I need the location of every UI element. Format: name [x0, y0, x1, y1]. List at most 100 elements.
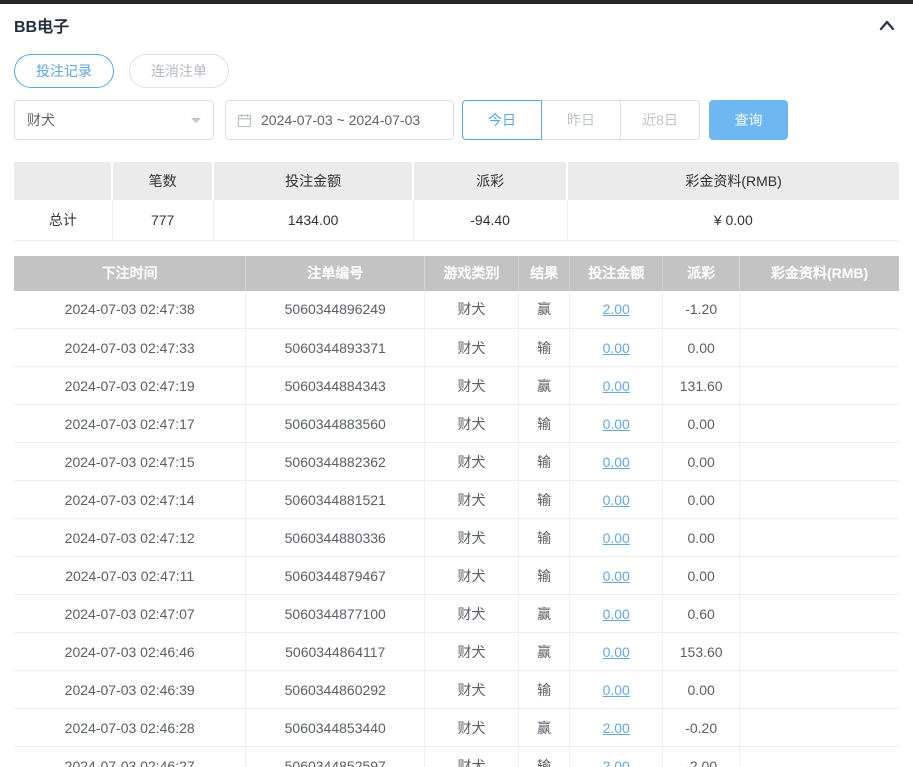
bet-amount-link[interactable]: 0.00 [603, 492, 630, 508]
bonus-cell [739, 746, 899, 767]
game-type-cell: 财犬 [424, 290, 519, 329]
bonus-cell [739, 480, 899, 519]
range-yesterday-button[interactable]: 昨日 [541, 100, 621, 140]
bet-time-cell: 2024-07-03 02:46:28 [14, 708, 247, 747]
bet-amount-link[interactable]: 0.00 [603, 682, 630, 698]
bet-amount-link[interactable]: 0.00 [603, 568, 630, 584]
bet-amount-cell: 0.00 [569, 594, 664, 633]
order-no-cell: 5060344896249 [245, 290, 426, 329]
order-no-cell: 5060344853440 [245, 708, 426, 747]
result-cell: 输 [518, 404, 571, 443]
bet-time-cell: 2024-07-03 02:47:14 [14, 480, 247, 519]
bet-amount-link[interactable]: 0.00 [603, 606, 630, 622]
date-range-value: 2024-07-03 ~ 2024-07-03 [261, 112, 421, 128]
tab-cancelled-orders[interactable]: 连消注单 [129, 54, 229, 88]
bet-amount-link[interactable]: 2.00 [603, 301, 630, 317]
summary-total-payout: -94.40 [413, 200, 568, 241]
payout-cell: 153.60 [662, 632, 741, 671]
bonus-cell [739, 708, 899, 747]
bet-amount-link[interactable]: 0.00 [603, 644, 630, 660]
order-no-cell: 5060344880336 [245, 518, 426, 557]
order-no-cell: 5060344882362 [245, 442, 426, 481]
filter-bar: 财犬 2024-07-03 ~ 2024-07-03 今日 昨日 近8日 查询 [14, 100, 899, 140]
game-select-value: 财犬 [27, 112, 55, 128]
game-type-cell: 财犬 [424, 746, 519, 767]
bet-time-cell: 2024-07-03 02:47:38 [14, 290, 247, 329]
summary-header-blank [14, 162, 114, 200]
header-bonus: 彩金资料(RMB) [739, 255, 899, 291]
payout-cell: 0.00 [662, 480, 741, 519]
range-last8days-button[interactable]: 近8日 [620, 100, 700, 140]
table-row: 2024-07-03 02:47:17 5060344883560 财犬输 0.00 0… [14, 404, 899, 443]
table-row: 2024-07-03 02:46:46 5060344864117 财犬赢 0.00 1… [14, 632, 899, 671]
search-button[interactable]: 查询 [709, 100, 788, 140]
bet-amount-link[interactable]: 0.00 [603, 378, 630, 394]
payout-cell: 131.60 [662, 366, 741, 405]
order-no-cell: 5060344879467 [245, 556, 426, 595]
bet-amount-link[interactable]: 0.00 [603, 416, 630, 432]
game-type-cell: 财犬 [424, 328, 519, 367]
bet-amount-cell: 2.00 [569, 290, 664, 329]
summary-header-payout: 派彩 [413, 162, 569, 200]
payout-cell: 0.00 [662, 518, 741, 557]
result-cell: 赢 [518, 366, 571, 405]
table-row: 2024-07-03 02:46:39 5060344860292 财犬输 0.00 0… [14, 670, 899, 709]
bet-records-panel: BB电子 投注记录 连消注单 财犬 2024-07-03 ~ 2024-07-0… [0, 4, 913, 767]
result-cell: 赢 [518, 632, 571, 671]
result-cell: 输 [518, 556, 571, 595]
summary-total-count: 777 [112, 200, 214, 241]
bet-amount-cell: 0.00 [569, 404, 664, 443]
header-bet-time: 下注时间 [14, 255, 247, 291]
game-type-cell: 财犬 [424, 594, 519, 633]
bet-amount-link[interactable]: 0.00 [603, 340, 630, 356]
bet-time-cell: 2024-07-03 02:47:17 [14, 404, 247, 443]
bet-amount-cell: 0.00 [569, 556, 664, 595]
table-row: 2024-07-03 02:47:15 5060344882362 财犬输 0.00 0… [14, 442, 899, 481]
chevron-up-icon [877, 20, 897, 36]
summary-header-count: 笔数 [112, 162, 215, 200]
bonus-cell [739, 518, 899, 557]
order-no-cell: 5060344883560 [245, 404, 426, 443]
collapse-panel-button[interactable] [875, 15, 899, 35]
bonus-cell [739, 556, 899, 595]
page-title: BB电子 [14, 19, 70, 36]
result-cell: 输 [518, 518, 571, 557]
summary-total-row: 总计 777 1434.00 -94.40 ¥ 0.00 [14, 200, 899, 241]
bet-amount-link[interactable]: 2.00 [603, 720, 630, 736]
date-range-input[interactable]: 2024-07-03 ~ 2024-07-03 [225, 100, 454, 140]
bet-amount-link[interactable]: 0.00 [603, 454, 630, 470]
result-cell: 输 [518, 480, 571, 519]
range-today-button[interactable]: 今日 [462, 100, 542, 140]
payout-cell: 0.00 [662, 670, 741, 709]
panel-header: BB电子 [14, 4, 899, 37]
summary-total-bonus: ¥ 0.00 [567, 200, 899, 241]
bet-time-cell: 2024-07-03 02:46:27 [14, 746, 247, 767]
game-type-cell: 财犬 [424, 556, 519, 595]
payout-cell: -2.00 [662, 746, 741, 767]
order-no-cell: 5060344852597 [245, 746, 426, 767]
order-no-cell: 5060344864117 [245, 632, 426, 671]
bet-time-cell: 2024-07-03 02:46:46 [14, 632, 247, 671]
game-type-cell: 财犬 [424, 442, 519, 481]
header-game-type: 游戏类别 [424, 255, 519, 291]
bonus-cell [739, 442, 899, 481]
bet-amount-link[interactable]: 2.00 [603, 758, 630, 767]
game-select[interactable]: 财犬 [14, 100, 214, 140]
bet-time-cell: 2024-07-03 02:47:11 [14, 556, 247, 595]
bet-time-cell: 2024-07-03 02:47:12 [14, 518, 247, 557]
bonus-cell [739, 594, 899, 633]
bet-table: 下注时间 注单编号 游戏类别 结果 投注金额 派彩 彩金资料(RMB) 2024… [14, 255, 899, 767]
summary-total-label: 总计 [14, 200, 113, 241]
table-row: 2024-07-03 02:46:27 5060344852597 财犬输 2.00 -… [14, 746, 899, 767]
table-row: 2024-07-03 02:47:38 5060344896249 财犬赢 2.00 -… [14, 290, 899, 329]
bet-amount-link[interactable]: 0.00 [603, 530, 630, 546]
tab-bet-records[interactable]: 投注记录 [14, 54, 114, 88]
bet-amount-cell: 0.00 [569, 670, 664, 709]
bet-amount-cell: 0.00 [569, 518, 664, 557]
record-tabs: 投注记录 连消注单 [14, 54, 899, 88]
order-no-cell: 5060344881521 [245, 480, 426, 519]
bonus-cell [739, 290, 899, 329]
summary-header-row: 笔数 投注金额 派彩 彩金资料(RMB) [14, 162, 899, 200]
header-bet-amount: 投注金额 [569, 255, 664, 291]
order-no-cell: 5060344860292 [245, 670, 426, 709]
